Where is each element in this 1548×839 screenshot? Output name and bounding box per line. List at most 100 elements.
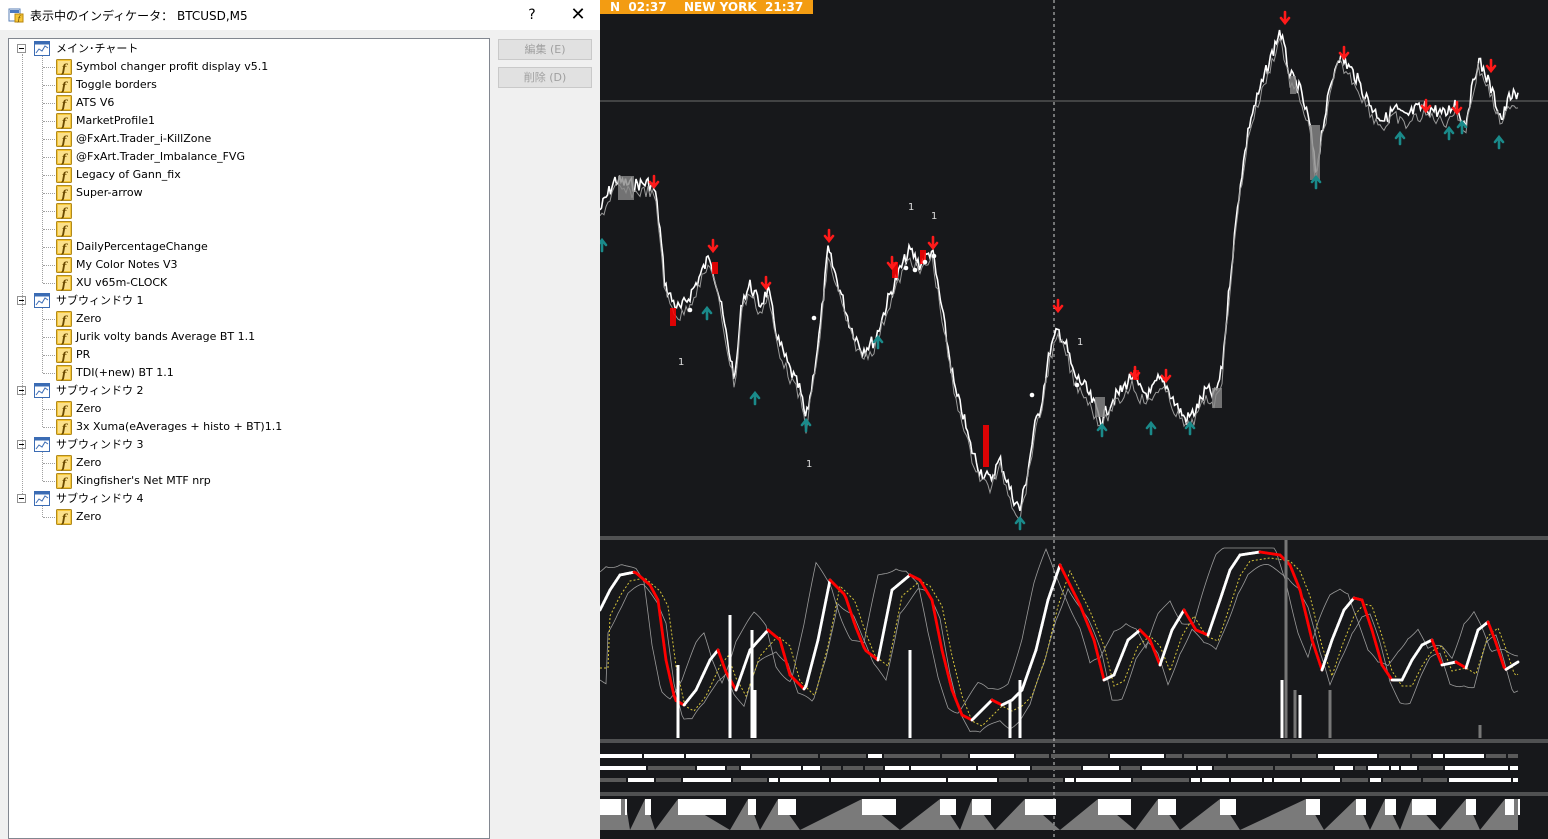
state-strip-segment [948,778,997,782]
tree-connector [43,283,55,284]
oscillator-segment [884,608,890,622]
custom-indicator-icon: f [56,455,72,471]
oscillator-segment [932,608,938,622]
custom-indicator-icon: f [56,509,72,525]
state-strip-segment [1083,766,1119,770]
state-strip-segment [741,766,801,770]
tree-indicator-node[interactable]: f Jurik volty bands Average BT 1.1 [9,328,489,346]
tree-node-label: XU v65m-CLOCK [76,276,168,289]
collapse-toggle[interactable] [17,494,26,503]
clock-time: 02:37 [628,0,667,14]
tree-indicator-node[interactable]: f 3x Xuma(eAverages + histo + BT)1.1 [9,418,489,436]
state-strip-segment [1383,778,1421,782]
tree-node-label: MarketProfile1 [76,114,156,127]
tree-connector [43,265,55,266]
tree-indicator-node[interactable]: f [9,220,489,238]
binary-area-block [1466,799,1476,815]
price-chart[interactable]: 1 1 1 1 1 N 02:37 NEW YORK 21:37 [600,0,1548,839]
tree-node-label: TDI(+new) BT 1.1 [76,366,174,379]
custom-indicator-icon: f [56,149,72,165]
tree-indicator-node[interactable]: f Zero [9,508,489,526]
binary-area-block [862,799,896,815]
state-strip-segment [868,754,882,758]
oscillator-segment [880,628,886,642]
tree-indicator-node[interactable]: f XU v65m-CLOCK [9,274,489,292]
state-strip-segment [1231,778,1262,782]
down-arrow-icon [1420,98,1432,114]
signal-bar [712,262,718,274]
tree-indicator-node[interactable]: f DailyPercentageChange [9,238,489,256]
tree-connector [43,319,55,320]
state-strip-segment [697,766,725,770]
binary-area-block [1306,799,1320,815]
tree-window-node[interactable]: メイン･チャート [9,40,489,58]
state-strip-segment [1032,766,1081,770]
tree-node-label: PR [76,348,91,361]
binary-area-block [678,799,726,815]
indicators-dialog: f 表示中のインディケータ： BTCUSD,M5 ? ✕ メイン･チャート f Sy… [0,0,600,839]
state-strip-segment [1433,754,1443,758]
tree-indicator-node[interactable]: f Zero [9,310,489,328]
oscillator-segment [876,648,882,662]
tree-indicator-node[interactable]: f Toggle borders [9,76,489,94]
state-strip-segment [1191,778,1200,782]
tree-indicator-node[interactable]: f ATS V6 [9,94,489,112]
tree-indicator-node[interactable]: f @FxArt.Trader_Imbalance_FVG [9,148,489,166]
state-strip-segment [1391,766,1399,770]
state-strip-segment [1445,766,1508,770]
signal-dot [903,265,909,271]
tree-window-node[interactable]: サブウィンドウ 2 [9,382,489,400]
tree-indicator-node[interactable]: f Symbol changer profit display v5.1 [9,58,489,76]
binary-area-block [778,799,796,815]
state-strip-segment [1133,778,1189,782]
edit-button[interactable]: 編集 (E) [498,39,592,60]
tree-connector [42,452,43,481]
state-strip-segment [1423,778,1447,782]
up-arrow-icon [701,305,713,321]
signal-dot [811,315,817,321]
close-button[interactable]: ✕ [556,0,600,30]
tree-connector [43,211,55,212]
oscillator-band [600,563,1519,733]
delete-button[interactable]: 削除 (D) [498,67,592,88]
tree-indicator-node[interactable]: f TDI(+new) BT 1.1 [9,364,489,382]
tree-connector [43,157,55,158]
state-strip-segment [1513,778,1518,782]
tree-node-label: メイン･チャート [56,42,139,55]
down-arrow-icon [886,255,898,271]
tree-window-node[interactable]: サブウィンドウ 1 [9,292,489,310]
binary-area-shadow [600,799,1518,830]
binary-area-block [748,799,756,815]
state-strip-segment [820,754,866,758]
tree-indicator-node[interactable]: f [9,202,489,220]
state-strip-segment [1202,778,1229,782]
help-button[interactable]: ? [512,0,552,30]
state-strip-segment [1419,766,1443,770]
tree-connector [43,121,55,122]
oscillator-segment [820,608,826,622]
tree-indicator-node[interactable]: f PR [9,346,489,364]
tree-indicator-node[interactable]: f @FxArt.Trader_i-KillZone [9,130,489,148]
state-strip-segment [1445,754,1484,758]
tree-indicator-node[interactable]: f Super-arrow [9,184,489,202]
state-strip-segment [648,766,695,770]
tree-indicator-node[interactable]: f MarketProfile1 [9,112,489,130]
custom-indicator-icon: f [56,221,72,237]
clock-city: NEW YORK [684,0,757,14]
state-strip-segment [1486,754,1506,758]
tree-indicator-node[interactable]: f My Color Notes V3 [9,256,489,274]
tree-indicator-node[interactable]: f Zero [9,454,489,472]
price-shadow-series [600,37,1519,523]
binary-area-block [972,799,991,815]
state-strip-segment [1184,754,1226,758]
tree-window-node[interactable]: サブウィンドウ 3 [9,436,489,454]
collapse-toggle[interactable] [17,44,26,53]
tree-connector [43,103,55,104]
tree-window-node[interactable]: サブウィンドウ 4 [9,490,489,508]
tree-indicator-node[interactable]: f Zero [9,400,489,418]
tree-indicator-node[interactable]: f Legacy of Gann_fix [9,166,489,184]
title-bar[interactable]: f 表示中のインディケータ： BTCUSD,M5 ? ✕ [0,0,600,30]
tree-indicator-node[interactable]: f Kingfisher's Net MTF nrp [9,472,489,490]
tree-node-label: Toggle borders [76,78,157,91]
indicator-tree[interactable]: メイン･チャート f Symbol changer profit display v… [8,38,490,839]
